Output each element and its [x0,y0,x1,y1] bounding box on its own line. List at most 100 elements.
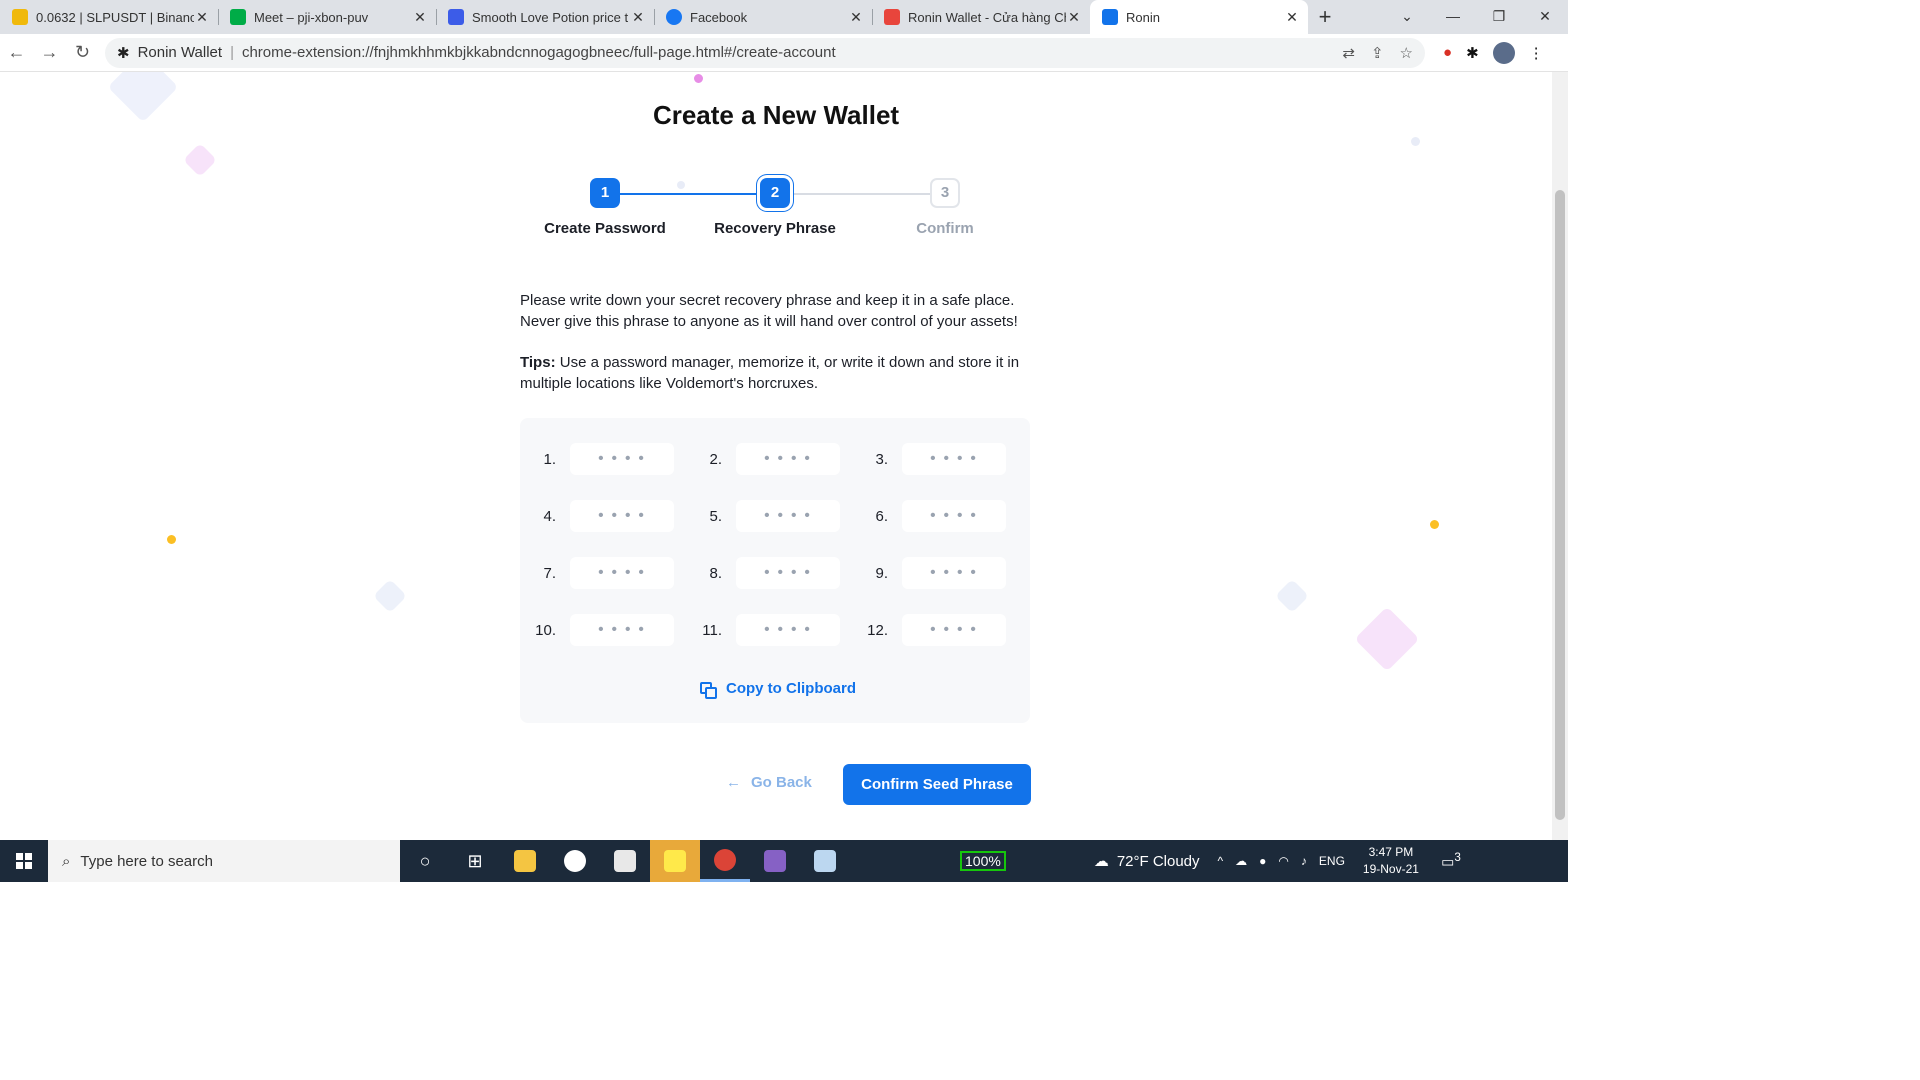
notification-count: 3 [1454,851,1461,865]
tips-label: Tips: [520,354,556,371]
extensions-puzzle-icon[interactable]: ✱ [1466,44,1479,62]
notification-center-icon[interactable]: ▭3 [1431,851,1471,871]
chrome-app [714,848,736,871]
cloud-icon: ☁ [1093,853,1109,870]
extension-icon: ✱ [117,44,130,62]
phrase-row: 4. • • • • 5. • • • • 6. • • • • [520,499,1030,533]
step-confirm: 3 Confirm [860,178,1030,237]
search-icon: ⌕ [62,852,71,870]
phrase-word-number: 2. [709,450,722,468]
page-scrollbar[interactable] [1552,72,1568,840]
tab-ronin[interactable]: Ronin ✕ [1090,0,1308,34]
tab-search-icon[interactable]: ⌄ [1384,0,1430,34]
go-back-label: Go Back [751,774,812,791]
phrase-word-redacted: • • • • [736,500,840,532]
phrase-word-slot: 10. • • • • [520,613,674,647]
chevron-up-icon[interactable]: ^ [1218,854,1224,868]
go-back-button[interactable]: ← Go Back [726,774,812,791]
phrase-word-redacted: • • • • [902,557,1006,589]
restore-icon[interactable]: ❐ [1476,0,1522,34]
close-icon[interactable]: ✕ [194,9,210,26]
decor-diamond [1275,579,1309,613]
volume-icon[interactable]: ♪ [1301,854,1307,868]
menu-kebab-icon[interactable]: ⋮ [1529,44,1544,62]
phrase-row: 7. • • • • 8. • • • • 9. • • • • [520,556,1030,590]
language-indicator[interactable]: ENG [1319,854,1345,868]
confirm-seed-phrase-button[interactable]: Confirm Seed Phrase [843,764,1031,805]
visual-studio-icon[interactable] [750,840,800,882]
chrome-icon[interactable] [700,840,750,882]
tab-webstore[interactable]: Ronin Wallet - Cửa hàng Ch ✕ [872,0,1090,34]
phrase-word-number: 11. [702,621,722,639]
phrase-word-redacted: • • • • [570,443,674,475]
close-icon[interactable]: ✕ [1284,9,1300,26]
paint-icon[interactable] [800,840,850,882]
close-icon[interactable]: ✕ [412,9,428,26]
sticky-notes-icon[interactable] [650,840,700,882]
scroll-thumb[interactable] [1555,190,1565,820]
url-separator: | [230,44,234,61]
folder-app [514,850,536,872]
reload-icon[interactable]: ↻ [66,42,99,63]
phrase-word-number: 9. [875,564,888,582]
decor-diamond [692,72,705,85]
snip-tool-icon[interactable] [600,840,650,882]
phrase-word-redacted: • • • • [570,614,674,646]
site-name: Ronin Wallet [137,44,223,61]
battery-percent[interactable]: 100% [960,851,1006,871]
wifi-icon[interactable]: ◠ [1278,854,1288,868]
start-button[interactable] [0,840,48,882]
phrase-word-number: 12. [867,621,888,639]
profile-avatar[interactable] [1492,41,1515,64]
taskbar-search[interactable]: ⌕ Type here to search [48,840,400,882]
clock[interactable]: 3:47 PM 19-Nov-21 [1363,844,1419,878]
phrase-row: 10. • • • • 11. • • • • 12. • • • • [520,613,1030,647]
color-extension-icon[interactable]: ● [1443,44,1452,61]
system-tray: ^ ☁ ● ◠ ♪ ENG [1218,854,1345,868]
step-label: Confirm [916,220,974,237]
cortana-icon[interactable]: ○ [400,840,450,882]
weather-widget[interactable]: ☁ 72°F Cloudy [1093,852,1200,871]
phrase-word-redacted: • • • • [570,557,674,589]
close-icon[interactable]: ✕ [1066,9,1082,26]
windows-taskbar: ⌕ Type here to search ○ ⊞ 100% ☁ 72°F Clou… [0,840,1568,882]
address-bar[interactable]: ✱ Ronin Wallet | chrome-extension://fnjh… [105,37,1425,68]
page-title: Create a New Wallet [652,100,900,130]
new-tab-button[interactable]: + [1308,0,1342,34]
tips-body: Use a password manager, memorize it, or … [520,354,1020,392]
ronin-icon [1102,9,1118,25]
snip-app [614,850,636,872]
step-label: Recovery Phrase [714,220,836,237]
tab-label: Meet – pji-xbon-puv [254,9,369,25]
vs-app [764,850,786,872]
phrase-word-slot: 9. • • • • [852,556,1006,590]
phrase-word-number: 7. [543,564,556,582]
phrase-word-slot: 5. • • • • [686,499,840,533]
zalo-icon[interactable] [550,840,600,882]
phrase-word-redacted: • • • • [736,443,840,475]
onedrive-icon[interactable]: ☁ [1235,854,1247,868]
decor-diamond [373,579,407,613]
mic-icon[interactable]: ● [1259,854,1266,868]
close-icon[interactable]: ✕ [630,9,646,26]
bookmark-star-icon[interactable]: ☆ [1400,44,1413,62]
tab-label: Smooth Love Potion price t [472,9,629,25]
close-icon[interactable]: ✕ [848,9,864,26]
forward-arrow-icon[interactable]: → [33,42,66,63]
tab-slp-price[interactable]: Smooth Love Potion price t ✕ [436,0,654,34]
share-icon[interactable]: ⇪ [1371,44,1384,62]
copy-to-clipboard-button[interactable]: Copy to Clipboard [700,680,856,699]
minimize-icon[interactable]: — [1430,0,1476,34]
task-view-icon[interactable]: ⊞ [450,840,500,882]
translate-icon[interactable]: ⇄ [1342,44,1355,62]
tab-binance[interactable]: 0.0632 | SLPUSDT | Binance ✕ [0,0,218,34]
tab-meet[interactable]: Meet – pji-xbon-puv ✕ [218,0,436,34]
file-explorer-icon[interactable] [500,840,550,882]
back-arrow-icon[interactable]: ← [0,42,33,63]
binance-icon [12,9,28,25]
window-close-icon[interactable]: ✕ [1522,0,1568,34]
tab-facebook[interactable]: Facebook ✕ [654,0,872,34]
date: 19-Nov-21 [1362,862,1419,876]
decor-diamond [1354,606,1420,672]
phrase-word-number: 8. [709,564,722,582]
